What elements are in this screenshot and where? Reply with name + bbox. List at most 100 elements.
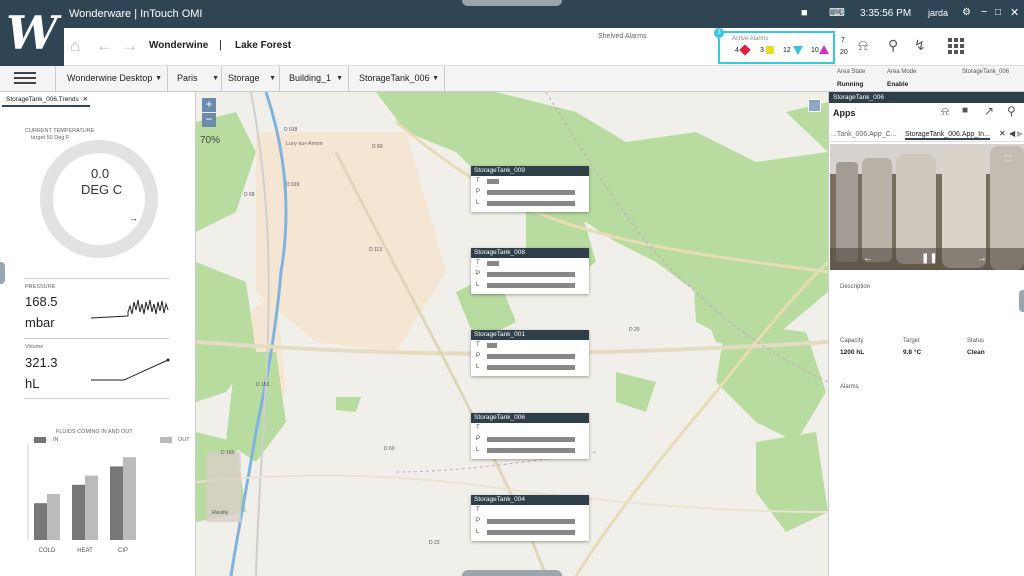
- alarm-high-count: 3: [760, 47, 764, 54]
- tank-card[interactable]: StorageTank_006 T P L: [471, 413, 589, 459]
- zoom-in-button[interactable]: +: [202, 98, 216, 112]
- tank-row-label: P: [476, 189, 481, 195]
- forward-arrow-icon[interactable]: →: [121, 36, 138, 56]
- trend-icon[interactable]: ↯: [914, 37, 926, 54]
- tank-photo: [830, 144, 1024, 270]
- close-tab-icon[interactable]: ✕: [83, 95, 88, 105]
- bar-out-heat: [85, 475, 98, 540]
- nav-location: Lake Forest: [235, 40, 292, 51]
- user-name[interactable]: jarda: [928, 8, 948, 18]
- window-grip[interactable]: [462, 0, 562, 6]
- fullscreen-icon[interactable]: ⛶: [1005, 154, 1011, 164]
- chevron-down-icon[interactable]: ▼: [155, 66, 162, 91]
- camera-icon[interactable]: ■: [962, 105, 968, 116]
- close-tab-icon[interactable]: ✕: [999, 129, 1006, 138]
- gauge-needle-icon: →: [129, 213, 138, 223]
- crumb-separator: [444, 66, 445, 91]
- chevron-down-icon[interactable]: ▼: [336, 66, 343, 91]
- minimize-icon[interactable]: −: [981, 6, 987, 18]
- nav-bar: ⌂ ← → Wonderwine | Lake Forest Shelved A…: [64, 28, 1024, 66]
- tank-row-bar: [487, 448, 575, 453]
- maximize-icon[interactable]: □: [995, 7, 1001, 18]
- tank-row-label: T: [476, 178, 480, 184]
- tank-card[interactable]: StorageTank_008 T P L: [471, 248, 589, 294]
- divider: [24, 398, 169, 399]
- gear-icon[interactable]: ⚙: [962, 7, 971, 18]
- wonderware-logo: W: [0, 0, 64, 66]
- left-dock-handle[interactable]: [0, 262, 5, 284]
- place-label: Reuilly: [212, 510, 229, 516]
- tank-card[interactable]: StorageTank_004 T P L: [471, 495, 589, 541]
- next-slide-icon[interactable]: →: [977, 253, 987, 264]
- tank-card[interactable]: StorageTank_009 T P L: [471, 166, 589, 212]
- road-label: D 60: [372, 144, 383, 150]
- tank-card-row: P: [471, 434, 589, 445]
- area-mode-value: Enable: [887, 81, 909, 88]
- tank-card-row: L: [471, 280, 589, 291]
- tank-card-row: L: [471, 445, 589, 456]
- tank-card-title: StorageTank_006: [471, 413, 589, 423]
- chevron-left-icon[interactable]: ◀: [1009, 129, 1015, 138]
- tick-label: COLD: [39, 548, 56, 554]
- crumb-separator: [348, 66, 349, 91]
- legend-in: IN: [53, 437, 59, 443]
- back-arrow-icon[interactable]: ←: [96, 36, 113, 56]
- object-header: StorageTank_006: [829, 92, 1024, 103]
- tank-row-label: L: [476, 200, 480, 206]
- alarm-medium-count: 12: [783, 47, 791, 54]
- capacity-label: Capacity: [840, 338, 864, 344]
- place-label: Lury-sur-Arnon: [286, 141, 323, 147]
- volume-sparkline: [91, 358, 170, 381]
- details-panel: StorageTank_006 Apps ⍾ ■ ↗ ⚲ ...Tank_006…: [828, 92, 1024, 576]
- crumb-tank[interactable]: StorageTank_006 ▼: [359, 66, 439, 91]
- tank-card-row: T: [471, 423, 589, 434]
- bottom-dock-handle[interactable]: [462, 570, 562, 576]
- keyboard-icon[interactable]: ⌨: [829, 6, 845, 19]
- crumb-separator: [279, 66, 280, 91]
- layers-icon[interactable]: [808, 99, 821, 112]
- crumb-building[interactable]: Building_1 ▼: [289, 66, 343, 91]
- tank-card-row: P: [471, 516, 589, 527]
- zoom-out-button[interactable]: −: [202, 113, 216, 127]
- tab-trends[interactable]: StorageTank_006.Trends ✕: [2, 95, 90, 107]
- menu-hamburger-icon[interactable]: [14, 72, 36, 85]
- chevron-down-icon[interactable]: ▼: [432, 66, 439, 91]
- road-label: D 23: [429, 540, 440, 546]
- crumb-label: Wonderwine Desktop: [67, 73, 153, 83]
- crumb-paris[interactable]: Paris ▼: [177, 66, 219, 91]
- chevron-right-icon[interactable]: ▶: [1017, 129, 1023, 138]
- trend-icon[interactable]: ↗: [984, 104, 994, 118]
- tank-card-row: T: [471, 176, 589, 187]
- crumb-storage[interactable]: Storage ▼: [228, 66, 276, 91]
- pin-icon[interactable]: ⚲: [1007, 104, 1016, 118]
- shelved-count-top: 7: [841, 37, 845, 44]
- prev-slide-icon[interactable]: ←: [863, 253, 873, 264]
- home-icon[interactable]: ⌂: [70, 36, 80, 56]
- pin-icon[interactable]: ⚲: [888, 37, 898, 54]
- tab-label: StorageTank_006.Trends: [6, 96, 79, 103]
- pause-icon[interactable]: ❚❚: [921, 253, 938, 264]
- apps-grid-icon[interactable]: [948, 38, 965, 55]
- chevron-down-icon[interactable]: ▼: [212, 66, 219, 91]
- tank-card-row: L: [471, 527, 589, 538]
- bell-icon[interactable]: ⍾: [858, 37, 868, 54]
- tab-app-c[interactable]: ...Tank_006.App_C...: [831, 131, 896, 138]
- close-icon[interactable]: ✕: [1010, 6, 1019, 19]
- divider: [24, 338, 169, 339]
- status-label: Status: [967, 338, 985, 344]
- bell-icon[interactable]: ⍾: [941, 104, 949, 119]
- tank-row-label: L: [476, 364, 480, 370]
- right-dock-handle[interactable]: [1019, 290, 1024, 312]
- chevron-down-icon[interactable]: ▼: [269, 66, 276, 91]
- tab-app-in[interactable]: StorageTank_006.App_In...: [905, 131, 990, 140]
- alarm-low-count: 10: [811, 47, 819, 54]
- active-alarms-box[interactable]: 3 Active Alarms 4 3 12 10: [714, 28, 835, 64]
- map-view[interactable]: + − 70% D 918 D 60 D 68 D 113 D 20 D 165…: [196, 92, 828, 576]
- tank-card[interactable]: StorageTank_001 T P L: [471, 330, 589, 376]
- nav-separator: |: [219, 39, 222, 51]
- temp-target: target 50 Deg F: [31, 135, 70, 141]
- crumb-desktop[interactable]: Wonderwine Desktop ▼: [67, 66, 162, 91]
- active-alarms-badge: 3: [714, 28, 724, 38]
- medium-triangle-icon: [793, 46, 803, 55]
- camera-icon[interactable]: ■: [801, 7, 808, 19]
